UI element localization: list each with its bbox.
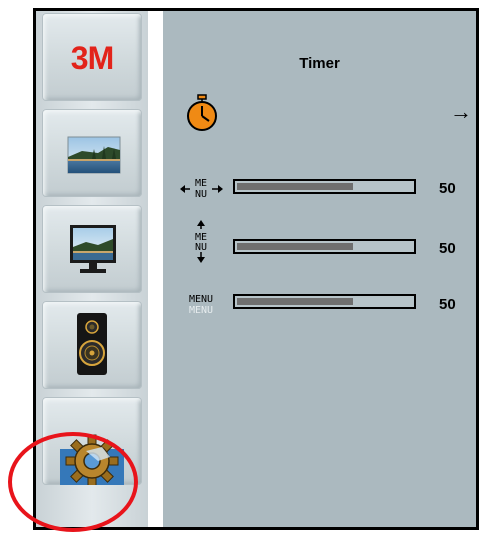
horizontal-position-icon: ME NU	[180, 178, 223, 200]
sidebar-item-audio[interactable]	[42, 301, 142, 389]
h-position-value: 50	[439, 180, 456, 197]
menu-ghost-text: MENU	[189, 305, 213, 316]
menu-split-top-text: ME	[195, 178, 207, 189]
menu-transparency-icon: MENU MENU	[189, 294, 213, 316]
slider-fill	[237, 183, 353, 190]
menu-text: MENU	[189, 294, 213, 305]
3m-logo-icon: 3M	[71, 40, 114, 76]
monitor-icon	[70, 225, 116, 273]
settings-panel: Timer → ME NU 50 ME NU 50 MENU MENU 50	[163, 11, 476, 527]
timer-submenu-arrow[interactable]: →	[450, 99, 472, 125]
menu-transparency-value: 50	[439, 296, 456, 313]
sidebar-item-display[interactable]	[42, 205, 142, 293]
h-position-slider[interactable]	[233, 179, 416, 194]
3m-logo-text: 3M	[71, 40, 113, 76]
slider-fill	[237, 243, 353, 250]
landscape-photo-icon	[67, 136, 121, 174]
timer-icon[interactable]	[186, 94, 218, 132]
sidebar-item-3m-logo[interactable]: 3M	[42, 13, 142, 101]
sidebar-item-picture[interactable]	[42, 109, 142, 197]
v-position-value: 50	[439, 240, 456, 257]
menu-split-bottom-text: NU	[195, 242, 207, 253]
menu-split-bottom-text: NU	[195, 189, 207, 200]
v-position-slider[interactable]	[233, 239, 416, 254]
slider-fill	[237, 298, 353, 305]
vertical-position-icon: ME NU	[195, 220, 207, 263]
page-title: Timer	[299, 55, 340, 72]
sidebar-divider	[148, 11, 163, 527]
highlight-ring-annotation	[8, 432, 138, 532]
menu-transparency-slider[interactable]	[233, 294, 416, 309]
speaker-icon	[77, 313, 107, 375]
